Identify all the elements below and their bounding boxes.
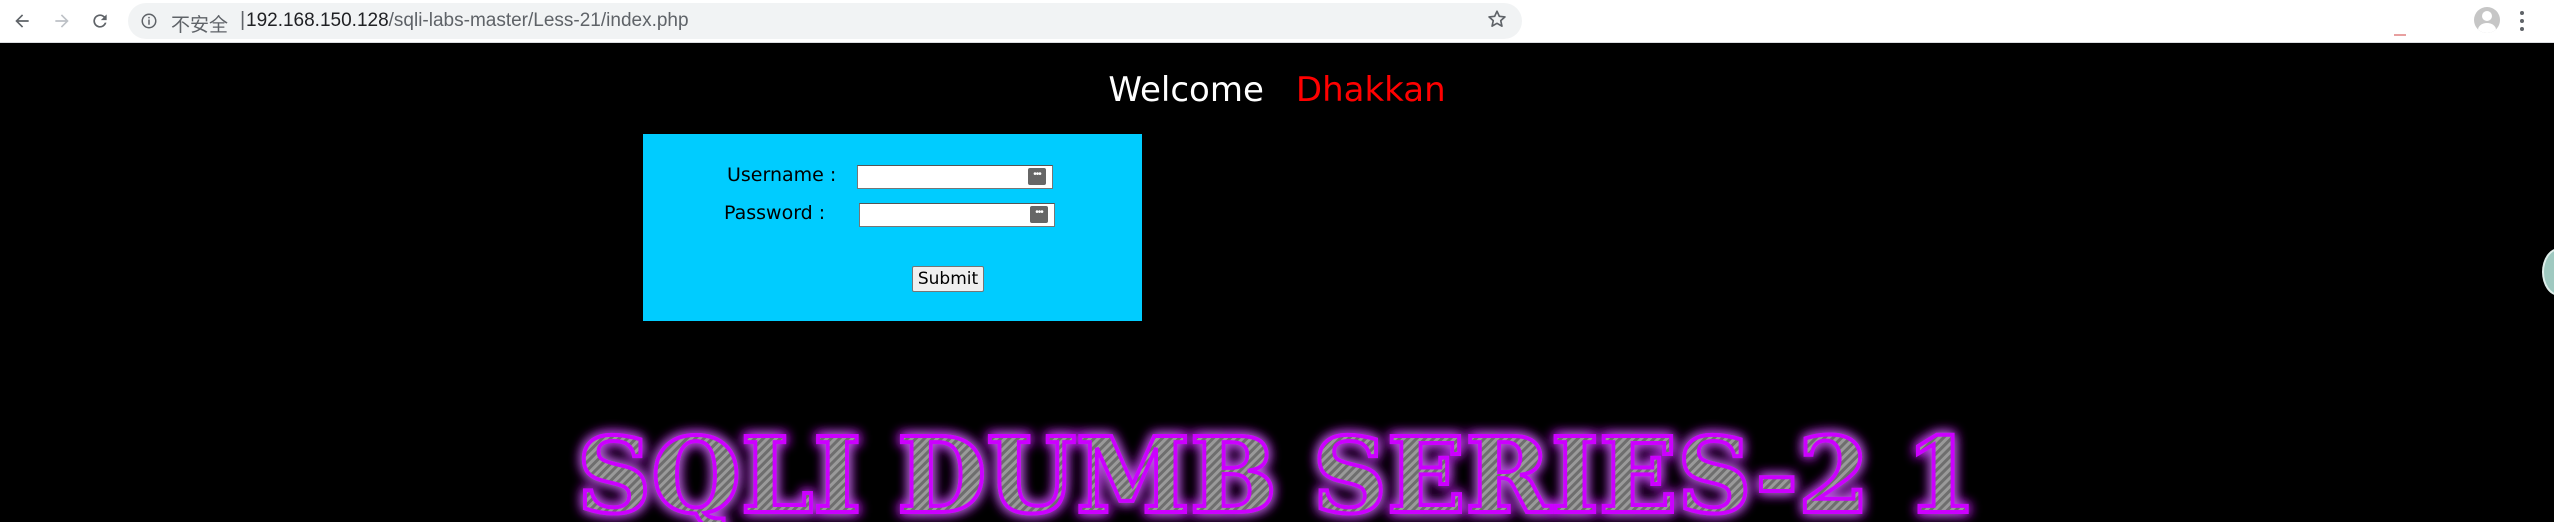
url-host: 192.168.150.128 [246, 10, 389, 31]
password-input[interactable] [860, 204, 1028, 224]
password-label: Password : [724, 202, 826, 224]
info-icon[interactable] [140, 12, 158, 30]
reload-button[interactable] [86, 7, 114, 35]
address-bar[interactable]: 不安全 | 192.168.150.128/sqli-labs-master/L… [128, 3, 1522, 39]
star-icon[interactable] [1486, 8, 1508, 30]
username-field[interactable]: ••• [857, 165, 1053, 189]
browser-toolbar: 不安全 | 192.168.150.128/sqli-labs-master/L… [0, 0, 2554, 43]
url-path: /sqli-labs-master/Less-21/index.php [388, 10, 689, 31]
series-banner: SQLI DUMB SERIES-2 1 [0, 412, 2554, 522]
security-label[interactable]: 不安全 [171, 10, 228, 37]
welcome-text: Welcome [1108, 70, 1264, 110]
key-icon[interactable]: ••• [1030, 206, 1048, 223]
url-text[interactable]: 192.168.150.128/sqli-labs-master/Less-21… [246, 10, 689, 32]
reload-icon [93, 14, 107, 28]
forward-button[interactable] [48, 7, 76, 35]
kebab-menu-icon[interactable] [2516, 9, 2528, 33]
avatar-icon[interactable] [2474, 7, 2500, 33]
username-label: Username : [727, 164, 837, 186]
key-icon[interactable]: ••• [1028, 168, 1046, 185]
welcome-heading: Welcome Dhakkan [0, 70, 2554, 110]
user-name: Dhakkan [1295, 70, 1446, 110]
side-handle[interactable] [2542, 248, 2554, 296]
username-input[interactable] [858, 166, 1026, 186]
arrow-right-icon [55, 14, 69, 28]
arrow-left-icon [15, 14, 29, 28]
banner-text: SQLI DUMB SERIES-2 1 [577, 414, 1977, 522]
banner-graphic: SQLI DUMB SERIES-2 1 [575, 412, 1979, 522]
back-button[interactable] [8, 7, 36, 35]
password-field[interactable]: ••• [859, 203, 1055, 227]
separator: | [240, 9, 246, 31]
submit-button[interactable]: Submit [912, 266, 984, 292]
red-mark [2394, 34, 2406, 36]
login-form: Username : ••• Password : ••• Submit [643, 134, 1142, 321]
